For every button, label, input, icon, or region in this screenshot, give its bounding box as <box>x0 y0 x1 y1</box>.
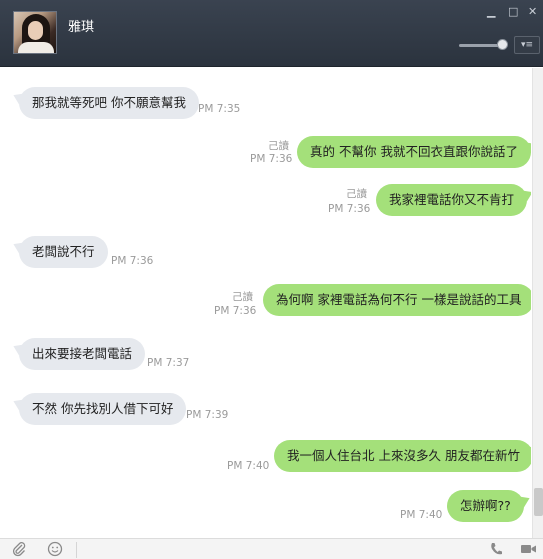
read-receipt: 己讀 <box>268 140 289 152</box>
smiley-icon[interactable] <box>47 541 63 559</box>
message-bubble-incoming[interactable]: 那我就等死吧 你不願意幫我 <box>19 87 199 119</box>
message-time: PM 7:37 <box>147 357 190 369</box>
message-time: PM 7:36 <box>111 255 154 267</box>
scrollbar-thumb[interactable] <box>534 488 543 516</box>
read-receipt: 己讀 <box>346 188 367 200</box>
contact-name: 雅琪 <box>68 20 95 35</box>
close-button[interactable]: ✕ <box>528 6 537 17</box>
message-bubble-outgoing[interactable]: 怎辦啊?? <box>447 490 524 522</box>
menu-button[interactable]: ▾≡ <box>514 36 540 54</box>
message-time: PM 7:40 <box>227 460 270 472</box>
message-bubble-incoming[interactable]: 出來要接老闆電話 <box>19 338 146 370</box>
message-time: PM 7:36 <box>328 203 371 215</box>
message-time: PM 7:36 <box>214 305 257 317</box>
chat-header: 雅琪 ▁ □ ✕ ▾≡ <box>0 0 543 67</box>
message-bubble-outgoing[interactable]: 為何啊 家裡電話為何不行 一樣是說話的工具 <box>263 284 531 316</box>
chat-area: 那我就等死吧 你不願意幫我 PM 7:35 己讀 PM 7:36 真的 不幫你 … <box>0 68 531 538</box>
toolbar-divider <box>76 542 77 558</box>
video-icon[interactable] <box>520 541 538 559</box>
read-receipt: 己讀 <box>232 291 253 303</box>
contact-avatar[interactable] <box>13 11 57 54</box>
maximize-button[interactable]: □ <box>508 6 518 17</box>
message-bubble-outgoing[interactable]: 真的 不幫你 我就不回衣直跟你說話了 <box>297 136 531 168</box>
transparency-slider-knob[interactable] <box>497 39 508 50</box>
chat-scrollbar[interactable] <box>532 68 543 538</box>
message-bubble-outgoing[interactable]: 我一個人住台北 上來沒多久 朋友都在新竹 <box>274 440 531 472</box>
minimize-button[interactable]: ▁ <box>487 6 495 17</box>
phone-icon[interactable] <box>489 541 503 559</box>
message-time: PM 7:39 <box>186 409 229 421</box>
message-bubble-incoming[interactable]: 老闆說不行 <box>19 236 108 268</box>
message-time: PM 7:36 <box>250 153 293 165</box>
message-time: PM 7:40 <box>400 509 443 521</box>
message-time: PM 7:35 <box>198 103 241 115</box>
message-bubble-incoming[interactable]: 不然 你先找別人借下可好 <box>19 393 187 425</box>
paperclip-icon[interactable] <box>12 541 26 559</box>
input-toolbar <box>0 538 543 559</box>
message-bubble-outgoing[interactable]: 我家裡電話你又不肯打 <box>376 184 528 216</box>
